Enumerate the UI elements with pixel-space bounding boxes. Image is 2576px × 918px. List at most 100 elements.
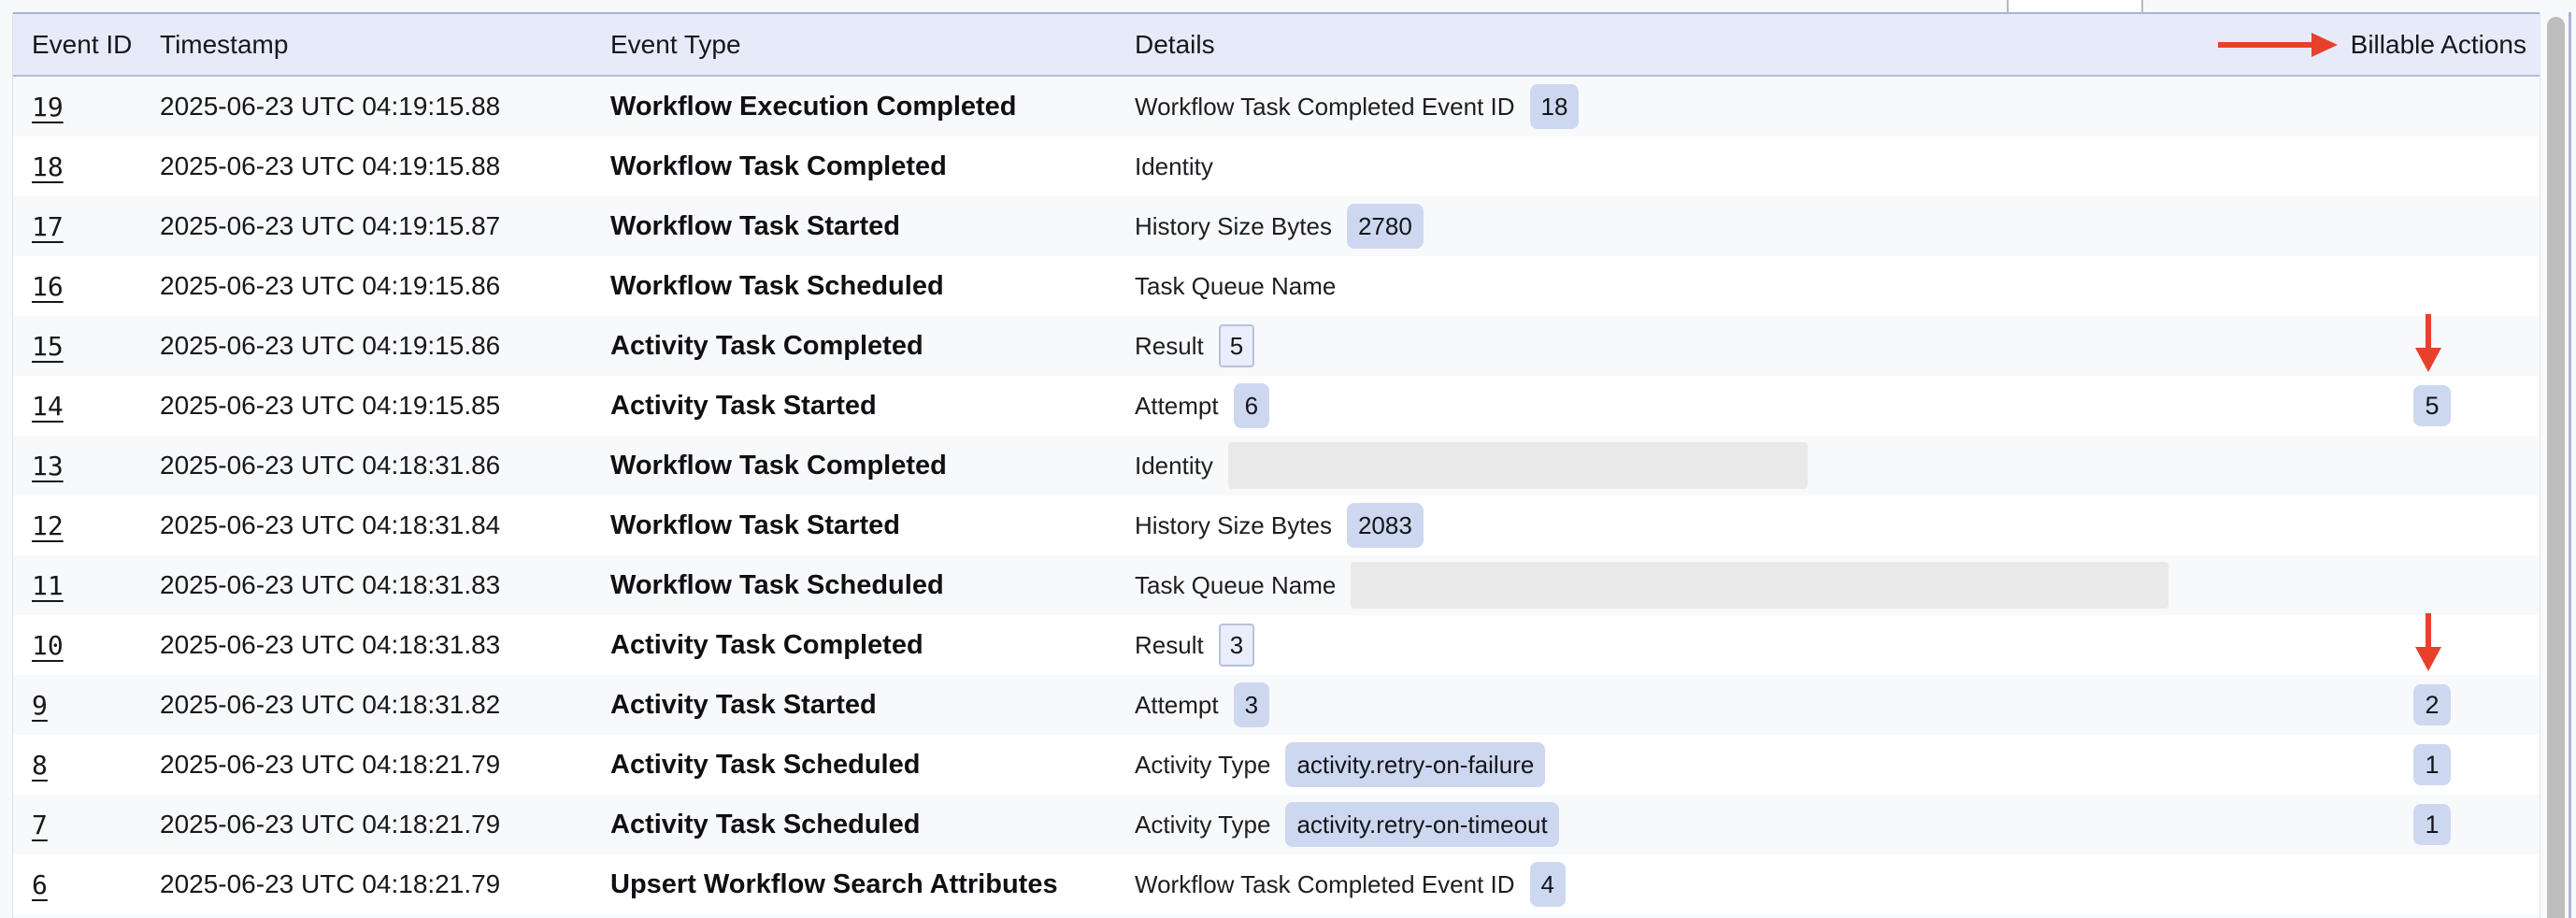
event-id-cell: 14 [32, 376, 64, 436]
event-id-cell: 15 [32, 316, 64, 376]
detail-value-chip: 18 [1530, 84, 1580, 129]
redacted-value-box [1351, 562, 2168, 609]
billable-actions-cell [2376, 854, 2488, 914]
event-id-link[interactable]: 10 [32, 630, 64, 661]
billable-actions-cell [2376, 196, 2488, 256]
detail-label: Identity [1135, 452, 1213, 481]
detail-label: Identity [1135, 152, 1213, 181]
event-type: Workflow Task Completed [610, 136, 947, 196]
event-timestamp: 2025-06-23 UTC 04:18:21.79 [160, 854, 500, 914]
billable-actions-badge: 2 [2413, 684, 2451, 725]
detail-label: Result [1135, 631, 1204, 660]
event-id-link[interactable]: 8 [32, 750, 48, 781]
event-type: Workflow Task Scheduled [610, 256, 944, 316]
event-details-cell: Result 3 [1135, 615, 1254, 675]
event-type: Activity Task Started [610, 675, 877, 735]
table-row[interactable]: 12 2025-06-23 UTC 04:18:31.84 Workflow T… [13, 495, 2540, 555]
event-details-cell: Activity Type activity.retry-on-failure [1135, 735, 1545, 795]
event-id-link[interactable]: 11 [32, 570, 64, 601]
event-details-cell: Result 5 [1135, 316, 1254, 376]
table-row[interactable]: 7 2025-06-23 UTC 04:18:21.79 Activity Ta… [13, 795, 2540, 854]
detail-value-chip: 4 [1530, 862, 1566, 907]
event-details-cell: Attempt 3 [1135, 675, 1269, 735]
detail-label: Workflow Task Completed Event ID [1135, 870, 1515, 899]
workflow-event-history-screen: Event ID Timestamp Event Type Details Bi… [0, 0, 2576, 918]
annotation-arrow-down-icon [2415, 613, 2441, 671]
event-type: Workflow Task Started [610, 495, 900, 555]
detail-label: History Size Bytes [1135, 511, 1332, 540]
event-timestamp: 2025-06-23 UTC 04:18:31.83 [160, 615, 500, 675]
event-id-link[interactable]: 6 [32, 869, 48, 900]
panel-right-border [2569, 12, 2571, 918]
event-id-link[interactable]: 16 [32, 271, 64, 302]
event-id-link[interactable]: 19 [32, 92, 64, 122]
event-id-link[interactable]: 14 [32, 391, 64, 422]
event-timestamp: 2025-06-23 UTC 04:18:31.86 [160, 436, 500, 495]
table-row[interactable]: 17 2025-06-23 UTC 04:19:15.87 Workflow T… [13, 196, 2540, 256]
billable-actions-badge: 1 [2413, 804, 2451, 845]
event-timestamp: 2025-06-23 UTC 04:19:15.88 [160, 136, 500, 196]
detail-value-chip: 3 [1234, 682, 1269, 727]
event-id-cell: 19 [32, 77, 64, 136]
event-id-cell: 8 [32, 735, 48, 795]
event-id-link[interactable]: 7 [32, 810, 48, 840]
redacted-value-box [1228, 442, 1808, 489]
event-id-cell: 12 [32, 495, 64, 555]
event-id-cell: 18 [32, 136, 64, 196]
cutoff-top-ui-segment [2007, 0, 2143, 12]
billable-actions-cell [2376, 555, 2488, 615]
billable-actions-cell [2376, 77, 2488, 136]
event-details-cell: History Size Bytes 2780 [1135, 196, 1424, 256]
table-row[interactable]: 10 2025-06-23 UTC 04:18:31.83 Activity T… [13, 615, 2540, 675]
scrollbar-thumb[interactable] [2547, 17, 2565, 918]
billable-actions-cell: 1 [2376, 795, 2488, 854]
table-row[interactable]: 6 2025-06-23 UTC 04:18:21.79 Upsert Work… [13, 854, 2540, 914]
event-details-cell: Activity Type activity.retry-on-timeout [1135, 795, 1559, 854]
table-row[interactable]: 18 2025-06-23 UTC 04:19:15.88 Workflow T… [13, 136, 2540, 196]
event-type: Activity Task Started [610, 376, 877, 436]
event-id-link[interactable]: 12 [32, 510, 64, 541]
event-id-cell: 6 [32, 854, 48, 914]
event-timestamp: 2025-06-23 UTC 04:18:21.79 [160, 735, 500, 795]
annotation-arrow-right-icon [2218, 33, 2338, 57]
event-timestamp: 2025-06-23 UTC 04:18:31.82 [160, 675, 500, 735]
table-row[interactable]: 8 2025-06-23 UTC 04:18:21.79 Activity Ta… [13, 735, 2540, 795]
event-id-link[interactable]: 9 [32, 690, 48, 721]
detail-value-chip: 6 [1234, 383, 1269, 428]
table-row-partial [13, 914, 2540, 918]
event-id-link[interactable]: 13 [32, 451, 64, 481]
event-details-cell: Workflow Task Completed Event ID 18 [1135, 77, 1579, 136]
billable-actions-cell: 2 [2376, 675, 2488, 735]
billable-actions-cell [2376, 436, 2488, 495]
detail-value-chip: activity.retry-on-failure [1285, 742, 1545, 787]
billable-actions-cell: 5 [2376, 376, 2488, 436]
event-id-cell: 11 [32, 555, 64, 615]
event-id-link[interactable]: 17 [32, 211, 64, 242]
event-type: Workflow Execution Completed [610, 77, 1017, 136]
cutoff-top-ui-strip [0, 0, 2576, 12]
event-id-cell: 16 [32, 256, 64, 316]
event-timestamp: 2025-06-23 UTC 04:19:15.86 [160, 316, 500, 376]
table-row[interactable]: 16 2025-06-23 UTC 04:19:15.86 Workflow T… [13, 256, 2540, 316]
column-header-details: Details [1135, 14, 1215, 75]
event-id-link[interactable]: 15 [32, 331, 64, 362]
event-details-cell: Task Queue Name [1135, 256, 1336, 316]
event-timestamp: 2025-06-23 UTC 04:19:15.87 [160, 196, 500, 256]
detail-value-chip: 5 [1219, 324, 1254, 367]
table-row[interactable]: 13 2025-06-23 UTC 04:18:31.86 Workflow T… [13, 436, 2540, 495]
table-row[interactable]: 11 2025-06-23 UTC 04:18:31.83 Workflow T… [13, 555, 2540, 615]
table-row[interactable]: 15 2025-06-23 UTC 04:19:15.86 Activity T… [13, 316, 2540, 376]
event-id-cell: 9 [32, 675, 48, 735]
table-body: 19 2025-06-23 UTC 04:19:15.88 Workflow E… [13, 77, 2540, 918]
event-type: Activity Task Scheduled [610, 795, 920, 854]
event-id-link[interactable]: 18 [32, 151, 64, 182]
event-id-cell: 10 [32, 615, 64, 675]
column-header-timestamp: Timestamp [160, 14, 288, 75]
table-row[interactable]: 14 2025-06-23 UTC 04:19:15.85 Activity T… [13, 376, 2540, 436]
table-row[interactable]: 19 2025-06-23 UTC 04:19:15.88 Workflow E… [13, 77, 2540, 136]
detail-label: Result [1135, 332, 1204, 361]
billable-actions-cell [2376, 136, 2488, 196]
detail-value-chip: 2083 [1347, 503, 1424, 548]
table-row[interactable]: 9 2025-06-23 UTC 04:18:31.82 Activity Ta… [13, 675, 2540, 735]
detail-value-chip: 2780 [1347, 204, 1424, 249]
